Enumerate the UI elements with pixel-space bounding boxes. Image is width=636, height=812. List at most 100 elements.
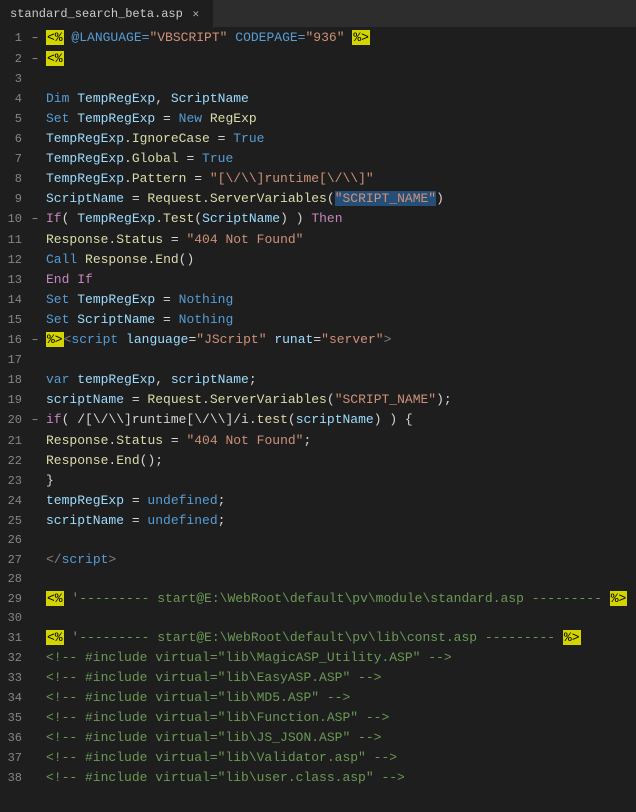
line-number: 31 (0, 629, 28, 648)
tab-filename: standard_search_beta.asp (10, 7, 183, 21)
code-line: 30 (0, 609, 636, 628)
fold-icon[interactable]: − (28, 412, 42, 431)
line-number: 21 (0, 432, 28, 451)
line-content: Response.End(); (42, 451, 636, 470)
line-content: <% '--------- start@E:\WebRoot\default\p… (42, 589, 636, 608)
fold-icon[interactable]: − (28, 51, 42, 70)
fold-icon[interactable]: − (28, 332, 42, 351)
line-number: 7 (0, 150, 28, 169)
line-number: 20 (0, 411, 28, 430)
line-content: <!-- #include virtual="lib\MD5.ASP" --> (42, 688, 636, 707)
code-line: 8 TempRegExp.Pattern = "[\/\\]runtime[\/… (0, 169, 636, 189)
line-content: <!-- #include virtual="lib\user.class.as… (42, 768, 636, 787)
line-number: 14 (0, 291, 28, 310)
line-content: <% @LANGUAGE="VBSCRIPT" CODEPAGE="936" %… (42, 28, 636, 47)
line-number: 28 (0, 570, 28, 589)
line-content: } (42, 471, 636, 490)
line-number: 30 (0, 609, 28, 628)
line-content: Set TempRegExp = New RegExp (42, 109, 636, 128)
line-number: 27 (0, 551, 28, 570)
code-line: 15 Set ScriptName = Nothing (0, 310, 636, 330)
code-line: 7 TempRegExp.Global = True (0, 149, 636, 169)
code-line: 19 scriptName = Request.ServerVariables(… (0, 390, 636, 410)
tab-bar: standard_search_beta.asp ✕ (0, 0, 636, 28)
code-line: 33 <!-- #include virtual="lib\EasyASP.AS… (0, 668, 636, 688)
active-tab[interactable]: standard_search_beta.asp ✕ (0, 0, 214, 28)
line-number: 15 (0, 311, 28, 330)
code-line: 36 <!-- #include virtual="lib\JS_JSON.AS… (0, 728, 636, 748)
line-content: <!-- #include virtual="lib\MagicASP_Util… (42, 648, 636, 667)
line-number: 32 (0, 649, 28, 668)
line-number: 3 (0, 70, 28, 89)
code-line: 38 <!-- #include virtual="lib\user.class… (0, 768, 636, 788)
line-content: %><script language="JScript" runat="serv… (42, 330, 636, 349)
line-content: Response.Status = "404 Not Found" (42, 230, 636, 249)
code-line: 23 } (0, 471, 636, 491)
line-number: 12 (0, 251, 28, 270)
line-content: <!-- #include virtual="lib\EasyASP.ASP" … (42, 668, 636, 687)
line-content: scriptName = Request.ServerVariables("SC… (42, 390, 636, 409)
code-line: 13 End If (0, 270, 636, 290)
code-line: 10 − If( TempRegExp.Test(ScriptName) ) T… (0, 209, 636, 230)
line-number: 5 (0, 110, 28, 129)
line-content: <% (42, 49, 636, 68)
code-line: 27 </script> (0, 550, 636, 570)
line-content: ScriptName = Request.ServerVariables("SC… (42, 189, 636, 208)
line-number: 25 (0, 512, 28, 531)
line-number: 9 (0, 190, 28, 209)
code-line: 2 − <% (0, 49, 636, 70)
line-content: <!-- #include virtual="lib\Validator.asp… (42, 748, 636, 767)
code-line: 28 (0, 570, 636, 589)
line-content: Set ScriptName = Nothing (42, 310, 636, 329)
code-line: 22 Response.End(); (0, 451, 636, 471)
code-line: 21 Response.Status = "404 Not Found"; (0, 431, 636, 451)
code-line: 25 scriptName = undefined; (0, 511, 636, 531)
line-content: <!-- #include virtual="lib\JS_JSON.ASP" … (42, 728, 636, 747)
line-content: </script> (42, 550, 636, 569)
line-number: 17 (0, 351, 28, 370)
fold-icon[interactable]: − (28, 30, 42, 49)
code-line: 32 <!-- #include virtual="lib\MagicASP_U… (0, 648, 636, 668)
line-number: 22 (0, 452, 28, 471)
code-line: 4 Dim TempRegExp, ScriptName (0, 89, 636, 109)
line-number: 38 (0, 769, 28, 788)
code-line: 31 <% '--------- start@E:\WebRoot\defaul… (0, 628, 636, 648)
line-number: 13 (0, 271, 28, 290)
line-number: 26 (0, 531, 28, 550)
line-content: if( /[\/\\]runtime[\/\\]/i.test(scriptNa… (42, 410, 636, 429)
code-line: 5 Set TempRegExp = New RegExp (0, 109, 636, 129)
code-line: 3 (0, 70, 636, 89)
tab-close-button[interactable]: ✕ (189, 7, 203, 21)
line-number: 19 (0, 391, 28, 410)
code-line: 37 <!-- #include virtual="lib\Validator.… (0, 748, 636, 768)
line-content: Response.Status = "404 Not Found"; (42, 431, 636, 450)
code-line: 26 (0, 531, 636, 550)
line-number: 37 (0, 749, 28, 768)
line-content: Set TempRegExp = Nothing (42, 290, 636, 309)
line-number: 6 (0, 130, 28, 149)
code-line: 34 <!-- #include virtual="lib\MD5.ASP" -… (0, 688, 636, 708)
line-content: If( TempRegExp.Test(ScriptName) ) Then (42, 209, 636, 228)
line-number: 11 (0, 231, 28, 250)
line-number: 29 (0, 590, 28, 609)
code-line: 29 <% '--------- start@E:\WebRoot\defaul… (0, 589, 636, 609)
line-content: var tempRegExp, scriptName; (42, 370, 636, 389)
code-line: 18 var tempRegExp, scriptName; (0, 370, 636, 390)
code-line: 20 − if( /[\/\\]runtime[\/\\]/i.test(scr… (0, 410, 636, 431)
code-line: 6 TempRegExp.IgnoreCase = True (0, 129, 636, 149)
code-line: 35 <!-- #include virtual="lib\Function.A… (0, 708, 636, 728)
line-number: 4 (0, 90, 28, 109)
line-content: scriptName = undefined; (42, 511, 636, 530)
line-content: Call Response.End() (42, 250, 636, 269)
line-number: 33 (0, 669, 28, 688)
line-content: TempRegExp.Pattern = "[\/\\]runtime[\/\\… (42, 169, 636, 188)
line-number: 24 (0, 492, 28, 511)
line-number: 10 (0, 210, 28, 229)
line-number: 34 (0, 689, 28, 708)
fold-icon[interactable]: − (28, 211, 42, 230)
line-number: 36 (0, 729, 28, 748)
line-content: <!-- #include virtual="lib\Function.ASP"… (42, 708, 636, 727)
line-number: 16 (0, 331, 28, 350)
line-number: 2 (0, 50, 28, 69)
line-number: 35 (0, 709, 28, 728)
